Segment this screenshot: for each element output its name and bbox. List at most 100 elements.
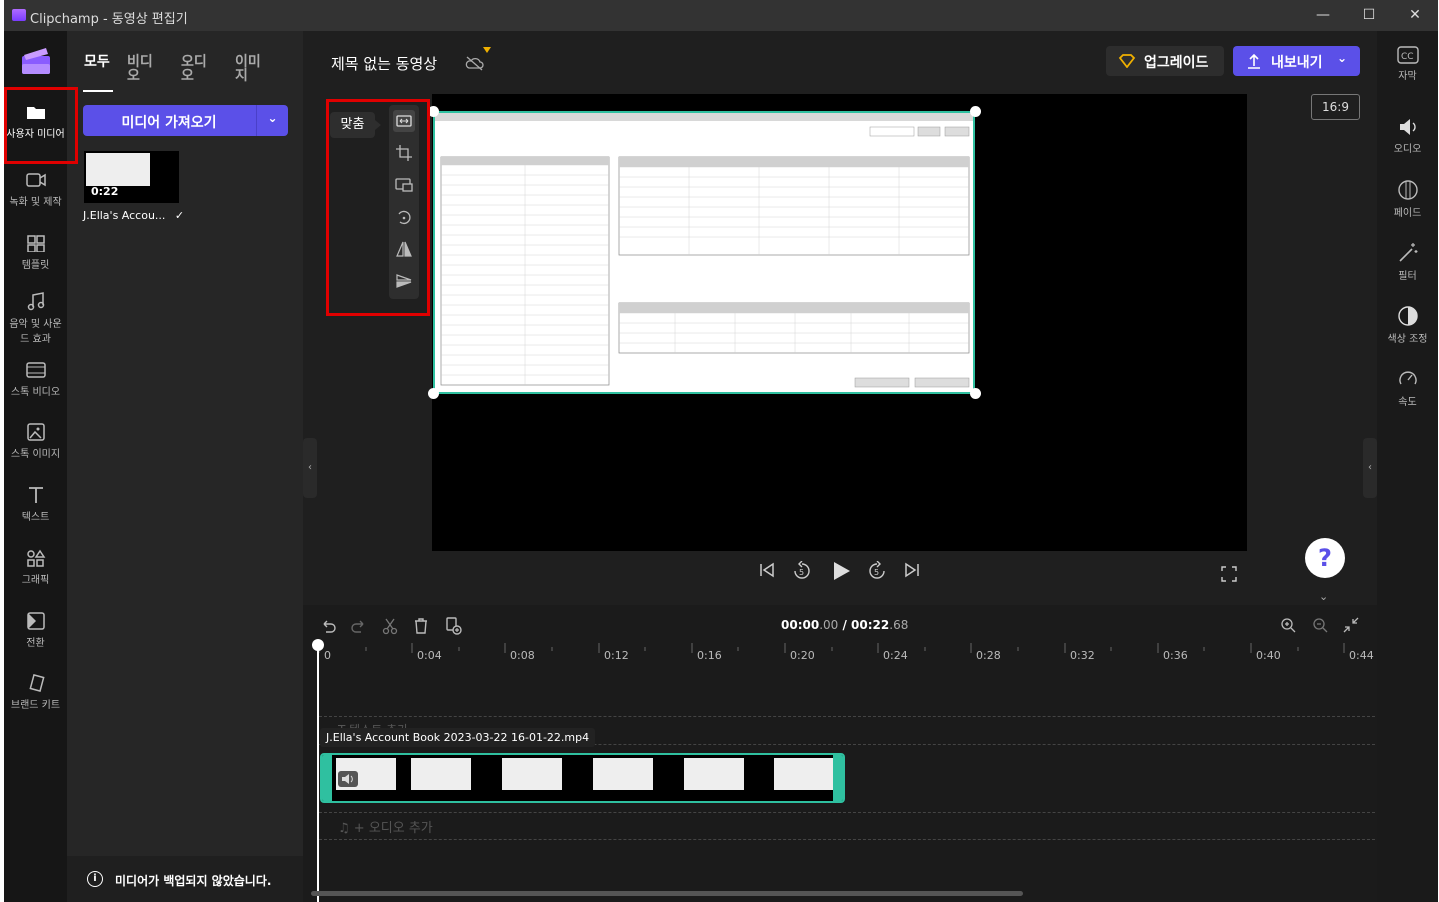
undo-button[interactable] (319, 617, 337, 639)
video-title[interactable]: 제목 없는 동영상 (331, 47, 491, 74)
brand-icon (28, 674, 45, 692)
video-thumbnail-image (86, 153, 150, 186)
maximize-button[interactable]: ☐ (1346, 0, 1392, 31)
rail-item-brand-kit[interactable]: 브랜드 키트 (4, 674, 67, 711)
rail-item-record[interactable]: 녹화 및 제작 (4, 171, 67, 208)
premium-gem-icon (483, 47, 491, 53)
skip-back-button[interactable] (758, 561, 776, 583)
clip-frame (684, 758, 744, 790)
tab-underline (83, 90, 113, 92)
resize-handle-bottom-left[interactable] (428, 388, 439, 399)
help-button[interactable]: ? (1305, 538, 1345, 578)
skip-forward-button[interactable] (903, 561, 921, 583)
rr-item-filters[interactable]: 필터 (1377, 242, 1438, 282)
rail-item-graphics[interactable]: 그래픽 (4, 549, 67, 586)
rail-label: 스톡 비디오 (10, 387, 61, 398)
aspect-ratio-button[interactable]: 16:9 (1311, 94, 1360, 120)
zoom-in-button[interactable] (1280, 617, 1296, 637)
rail-item-music[interactable]: 음악 및 사운드 효과 (4, 291, 67, 345)
rewind-5-button[interactable]: 5 (792, 560, 812, 585)
diamond-icon (1118, 54, 1136, 68)
fullscreen-button[interactable] (1221, 566, 1237, 586)
clip-trim-handle-left[interactable] (322, 755, 332, 801)
tab-all[interactable]: 모두 (84, 55, 118, 69)
info-icon: i (87, 871, 103, 887)
highlight-box-user-media (4, 87, 78, 164)
zoom-out-button[interactable] (1312, 617, 1328, 637)
clip-trim-handle-right[interactable] (833, 755, 843, 801)
rr-item-color[interactable]: 색상 조정 (1377, 305, 1438, 345)
rr-label: 필터 (1398, 271, 1417, 282)
play-button[interactable] (831, 561, 851, 585)
rr-item-audio[interactable]: 오디오 (1377, 117, 1438, 155)
wand-icon (1398, 243, 1417, 262)
tab-image[interactable]: 이미지 (235, 55, 269, 83)
rail-label: 텍스트 (21, 512, 50, 523)
transition-icon (26, 612, 45, 630)
title-bar: Clipchamp - 동영상 편집기 — ☐ ✕ (4, 0, 1438, 31)
ruler-label: 0:24 (883, 649, 908, 662)
import-media-button[interactable]: 미디어 가져오기 ⌄ (83, 105, 288, 136)
ruler-label: 0:44 (1349, 649, 1374, 662)
backup-notice[interactable]: i 미디어가 백업되지 않았습니다. (67, 856, 303, 902)
export-label: 내보내기 (1271, 55, 1323, 71)
forward-5-icon: 5 (869, 560, 885, 579)
media-item-thumbnail[interactable]: 0:22 (84, 151, 179, 203)
fit-timeline-button[interactable] (1343, 617, 1359, 637)
delete-button[interactable] (412, 617, 430, 639)
collapse-left-panel-button[interactable]: ‹ (303, 438, 317, 498)
svg-text:5: 5 (799, 568, 804, 577)
tab-video[interactable]: 비디오 (127, 55, 161, 83)
rail-item-templates[interactable]: 템플릿 (4, 234, 67, 271)
tab-audio[interactable]: 오디오 (181, 55, 215, 83)
selected-video-frame[interactable] (428, 106, 981, 399)
resize-handle-bottom-right[interactable] (970, 388, 981, 399)
chevron-down-icon[interactable]: ⌄ (257, 111, 288, 125)
rail-item-stock-image[interactable]: 스톡 이미지 (4, 423, 67, 460)
spreadsheet-screenshot (435, 113, 973, 388)
redo-button[interactable] (350, 617, 368, 639)
playhead[interactable] (312, 639, 324, 902)
add-audio-track[interactable]: ♫ + 오디오 추가 (338, 817, 433, 836)
resize-handle-top-right[interactable] (970, 106, 981, 117)
collapse-right-panel-button[interactable]: ‹ (1363, 438, 1377, 498)
speaker-icon (1399, 119, 1416, 135)
duplicate-icon (446, 617, 462, 635)
rail-item-text[interactable]: 텍스트 (4, 486, 67, 523)
ruler-label: 0:12 (604, 649, 629, 662)
timeline-scrollbar[interactable] (311, 891, 1023, 896)
ruler-label: 0:20 (790, 649, 815, 662)
forward-5-button[interactable]: 5 (867, 560, 887, 585)
cc-icon: CC (1396, 46, 1419, 64)
ruler-label: 0 (324, 649, 331, 662)
split-button[interactable] (381, 617, 399, 639)
fade-icon (1397, 180, 1418, 200)
clip-volume-button[interactable] (338, 771, 358, 787)
timecode: 00:00.00 / 00:22.68 (781, 618, 909, 632)
upload-icon (1248, 53, 1260, 69)
svg-text:5: 5 (874, 568, 879, 577)
speed-icon (1398, 371, 1417, 385)
ruler-label: 0:40 (1256, 649, 1281, 662)
track-divider (319, 812, 1375, 813)
rail-label: 브랜드 키트 (10, 700, 61, 711)
track-divider (319, 839, 1375, 840)
shapes-icon (26, 549, 45, 567)
close-button[interactable]: ✕ (1392, 0, 1438, 31)
upgrade-button[interactable]: 업그레이드 (1106, 46, 1224, 76)
minimize-button[interactable]: — (1300, 0, 1346, 31)
ruler-label: 0:08 (510, 649, 535, 662)
rr-item-speed[interactable]: 속도 (1377, 368, 1438, 408)
rail-item-stock-video[interactable]: 스톡 비디오 (4, 361, 67, 398)
editor-area: 제목 없는 동영상 업그레이드 내보내기 ⌄ 16:9 맞춤 5 5 ? 00:… (303, 31, 1377, 902)
rr-label: 자막 (1398, 71, 1417, 82)
export-button[interactable]: 내보내기 ⌄ (1233, 46, 1360, 76)
duplicate-button[interactable] (444, 617, 462, 639)
chevron-down-icon[interactable]: ⌄ (1319, 590, 1328, 603)
video-clip[interactable] (320, 753, 845, 803)
clip-name-label: J.Ella's Account Book 2023-03-22 16-01-2… (320, 728, 596, 747)
rail-item-transitions[interactable]: 전환 (4, 612, 67, 649)
rr-item-captions[interactable]: CC 자막 (1377, 46, 1438, 82)
rr-item-fade[interactable]: 페이드 (1377, 179, 1438, 219)
upgrade-label: 업그레이드 (1144, 55, 1209, 71)
